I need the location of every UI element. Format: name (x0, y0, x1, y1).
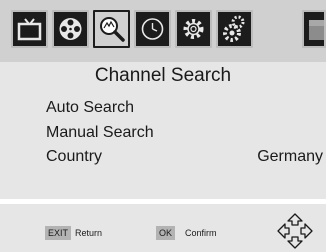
tab-channel-search[interactable] (93, 10, 130, 48)
menu-item-country[interactable]: Country (46, 148, 102, 166)
tab-time[interactable] (134, 10, 171, 48)
ok-key-badge: OK (156, 226, 176, 240)
tools-icon (223, 15, 245, 42)
tab-tv[interactable] (11, 10, 48, 48)
ok-key-label: Confirm (185, 228, 217, 238)
osd-menu: Channel Search Auto Search Manual Search… (0, 0, 326, 252)
menu-item-manual-search[interactable]: Manual Search (46, 124, 154, 142)
tab-usb[interactable] (302, 10, 326, 48)
search-icon (100, 17, 125, 42)
country-value[interactable]: Germany (257, 148, 323, 166)
tv-icon (17, 18, 42, 41)
tab-setup[interactable] (175, 10, 212, 48)
film-reel-icon (59, 18, 82, 40)
direction-pad-icon (277, 213, 313, 249)
gear-icon (183, 19, 204, 39)
page-title: Channel Search (94, 65, 232, 86)
exit-key-label: Return (75, 228, 103, 238)
clock-icon (141, 18, 164, 40)
menu-tab-bar (0, 0, 326, 62)
menu-item-auto-search[interactable]: Auto Search (46, 99, 134, 117)
tab-tools[interactable] (216, 10, 253, 48)
tab-movie[interactable] (52, 10, 89, 48)
exit-key-badge: EXIT (45, 226, 72, 240)
usb-icon (309, 20, 324, 40)
